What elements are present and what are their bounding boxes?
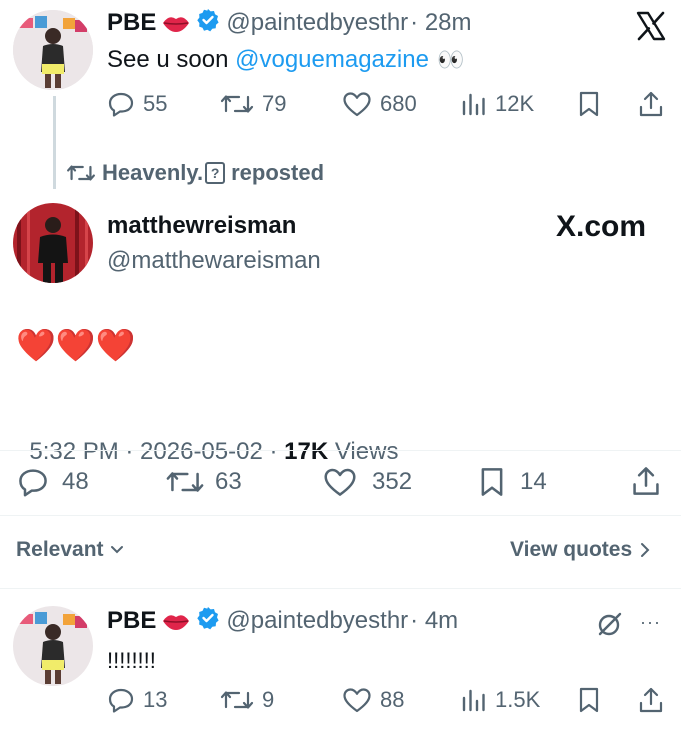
repost-suffix: reposted	[231, 160, 325, 185]
reply-repost-button[interactable]: 9	[220, 686, 274, 714]
heart-icon	[324, 468, 356, 496]
chevron-down-icon	[110, 546, 123, 554]
reply-bookmark-button[interactable]	[577, 686, 601, 714]
divider	[0, 588, 681, 589]
repost-label[interactable]: Heavenly. ? reposted	[66, 160, 324, 186]
main-like-count: 352	[372, 468, 413, 495]
lips-icon	[162, 12, 190, 34]
repost-icon	[67, 165, 95, 181]
reply-text: !!!!!!!!	[107, 648, 156, 673]
reply-handle[interactable]: @paintedbyesthr	[226, 607, 408, 635]
analytics-icon	[462, 93, 485, 116]
reply-share-button[interactable]	[637, 686, 665, 714]
reply-views-count: 1.5K	[495, 687, 541, 712]
reply-icon	[108, 92, 134, 117]
share-icon	[633, 467, 659, 495]
repost-icon	[220, 95, 254, 113]
reply-time[interactable]: · 4m	[410, 607, 458, 635]
tweet1-mention-link[interactable]: @voguemagazine	[235, 46, 429, 74]
reply-repost-count: 9	[262, 687, 275, 712]
main-like-button[interactable]: 352	[322, 466, 412, 498]
main-repost-button[interactable]: 63	[165, 466, 242, 498]
main-tweet-timestamp[interactable]: 5:32 PM · 2026-05-02 ·	[29, 438, 284, 465]
repost-icon	[220, 691, 254, 709]
reply-reply-button[interactable]: 13	[107, 686, 167, 714]
reply-icon	[19, 469, 47, 497]
tweet1-repost-button[interactable]: 79	[220, 90, 286, 118]
main-reply-count: 48	[62, 468, 89, 495]
verified-badge-icon	[196, 8, 220, 37]
bookmark-icon	[481, 468, 503, 496]
tweet1-views-count: 12K	[495, 91, 535, 116]
divider	[0, 515, 681, 516]
share-icon	[639, 91, 663, 117]
tweet1-emoji: 👀	[436, 47, 465, 72]
tweet1-text-prefix: See u soon	[107, 46, 236, 73]
tweet1-text: See u soon @voguemagazine 👀	[107, 46, 464, 74]
grok-icon[interactable]	[596, 610, 624, 638]
tweet1-reply-count: 55	[143, 91, 168, 116]
thread-connector-line	[53, 96, 56, 189]
view-quotes-link[interactable]: View quotes	[510, 538, 650, 562]
main-tweet-name[interactable]: matthewreisman	[107, 212, 296, 240]
divider	[0, 450, 681, 451]
verified-badge-icon	[196, 606, 220, 635]
main-bookmark-button[interactable]: 14	[478, 466, 547, 498]
tweet1-time[interactable]: · 28m	[410, 9, 471, 37]
reply-views-button[interactable]: 1.5K	[461, 686, 540, 714]
tweet1-reply-button[interactable]: 55	[107, 90, 167, 118]
tweet1-share-button[interactable]	[637, 90, 665, 118]
reply-reply-count: 13	[143, 687, 168, 712]
heart-icon	[343, 688, 371, 713]
reply-icon	[108, 688, 134, 713]
heart-icon	[343, 92, 371, 117]
bookmark-icon	[579, 687, 599, 713]
repost-user[interactable]: Heavenly.	[102, 160, 203, 186]
tweet1-views-button[interactable]: 12K	[461, 90, 534, 118]
tweet1-handle[interactable]: @paintedbyesthr	[226, 9, 408, 37]
view-quotes-label: View quotes	[510, 538, 633, 561]
tweet1-like-count: 680	[380, 91, 417, 116]
repost-icon	[166, 472, 204, 492]
bookmark-icon	[579, 91, 599, 117]
reply-like-button[interactable]: 88	[342, 686, 404, 714]
main-tweet-meta: 5:32 PM · 2026-05-02 · 17K Views	[16, 410, 398, 466]
reply-like-count: 88	[380, 687, 405, 712]
avatar-pbe-reply[interactable]	[13, 606, 93, 686]
more-options-icon[interactable]: ···	[640, 612, 661, 633]
main-tweet-views-count: 17K	[284, 438, 329, 465]
tweet1-repost-count: 79	[262, 91, 287, 116]
analytics-icon	[462, 689, 485, 712]
main-tweet-views-label: Views	[328, 438, 399, 465]
tweet1-bookmark-button[interactable]	[577, 90, 601, 118]
avatar-pbe[interactable]	[13, 10, 93, 90]
reply-header: PBE @paintedbyesthr · 4m	[107, 606, 458, 635]
main-reply-button[interactable]: 48	[16, 466, 89, 498]
lips-icon	[162, 610, 190, 632]
tweet1-like-button[interactable]: 680	[342, 90, 417, 118]
main-tweet-text: ❤️❤️❤️	[16, 327, 136, 363]
reply-name[interactable]: PBE	[107, 607, 156, 635]
tweet1-header: PBE @paintedbyesthr · 28m	[107, 8, 472, 37]
chevron-right-icon	[641, 543, 650, 557]
share-icon	[639, 687, 663, 713]
avatar-matthewreisman[interactable]	[13, 203, 93, 283]
sort-label: Relevant	[16, 538, 104, 561]
sort-dropdown[interactable]: Relevant	[16, 538, 124, 562]
main-bookmark-count: 14	[520, 468, 547, 495]
main-repost-count: 63	[215, 468, 242, 495]
source-watermark: X.com	[556, 210, 647, 243]
main-share-button[interactable]	[630, 465, 662, 497]
x-logo-icon[interactable]	[636, 11, 666, 41]
unknown-glyph-icon: ?	[205, 162, 226, 184]
main-tweet-handle[interactable]: @matthewareisman	[107, 247, 321, 275]
tweet1-name[interactable]: PBE	[107, 9, 156, 37]
